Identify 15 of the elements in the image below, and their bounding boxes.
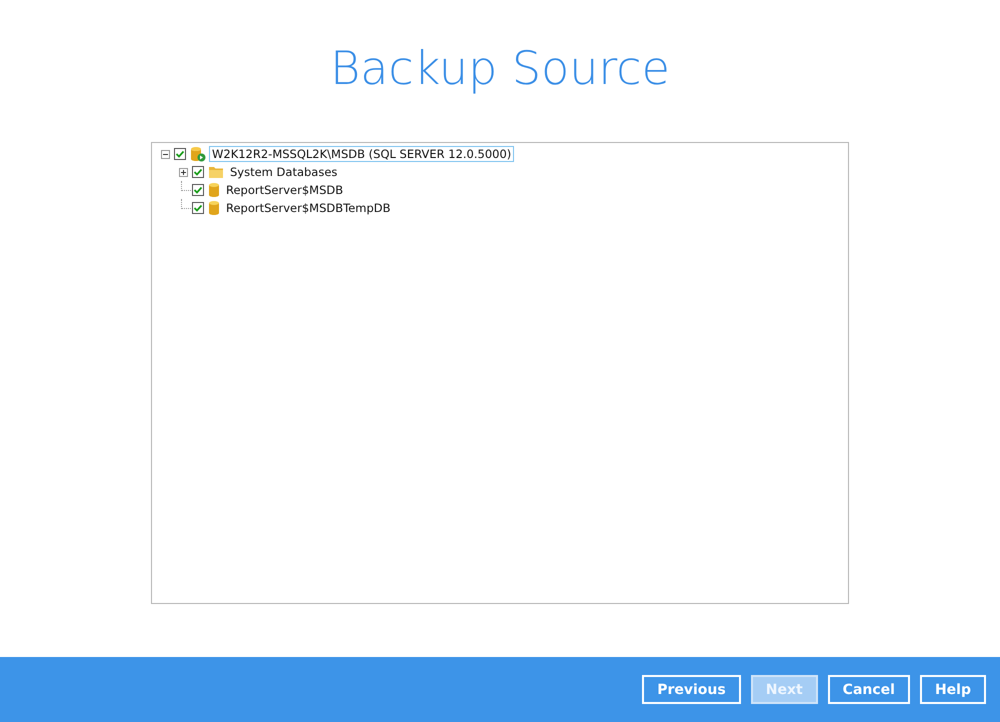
database-server-icon: [190, 146, 206, 162]
expand-toggle[interactable]: [178, 168, 188, 176]
database-icon: [208, 200, 220, 216]
page-title: Backup Source: [330, 40, 670, 97]
checkbox[interactable]: [192, 184, 204, 196]
tree-item[interactable]: ReportServer$MSDBTempDB: [223, 200, 394, 216]
checkbox[interactable]: [192, 166, 204, 178]
tree-item[interactable]: W2K12R2-MSSQL2K\MSDB (SQL SERVER 12.0.5000): [209, 146, 514, 162]
checkbox[interactable]: [174, 148, 186, 160]
tree-item[interactable]: ReportServer$MSDB: [223, 182, 346, 198]
tree-item[interactable]: System Databases: [227, 164, 340, 180]
expand-toggle[interactable]: [160, 150, 170, 158]
database-icon: [208, 182, 220, 198]
checkbox[interactable]: [192, 202, 204, 214]
folder-icon: [208, 165, 224, 179]
